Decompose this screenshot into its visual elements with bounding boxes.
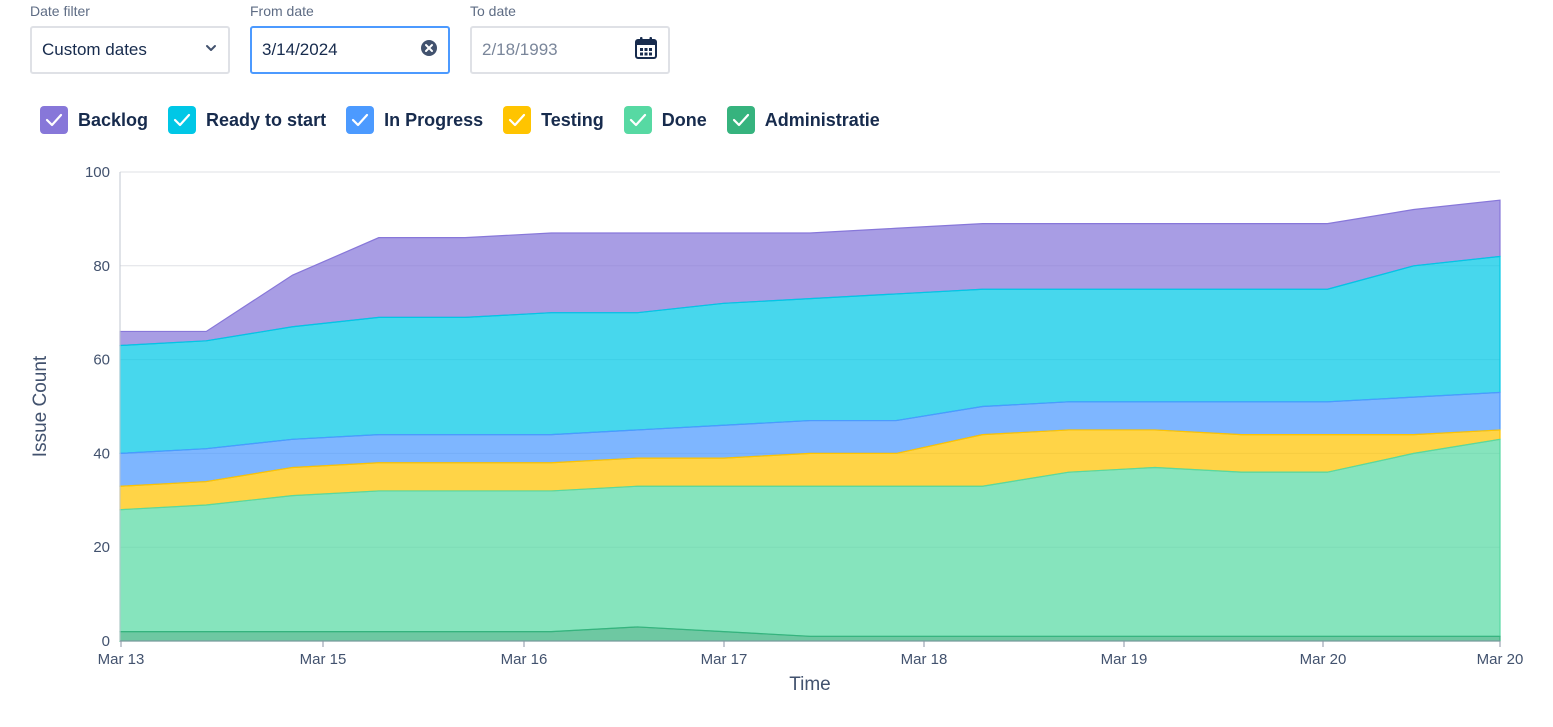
checkmark-icon[interactable] [726,106,755,134]
legend-item-done[interactable]: Done [623,106,707,134]
y-tick-label: 60 [93,352,110,369]
from-date-field[interactable]: 3/14/2024 [250,26,450,74]
legend-label: In Progress [384,109,484,130]
date-filter-group: Date filter [30,0,90,22]
from-date-value: 3/14/2024 [262,40,338,59]
legend-item-ready-to-start[interactable]: Ready to start [168,106,326,134]
cumulative-flow-chart: 0 20 40 60 80 100 Mar 13 Mar 15 Mar 16 Mar 17 Mar … [30,164,1524,695]
calendar-icon[interactable] [634,36,658,65]
legend-item-administratie[interactable]: Administratie [726,106,880,134]
x-axis-title: Time [789,674,831,695]
x-tick-label: Mar 13 [98,651,145,668]
to-date-group: To date [470,0,516,22]
to-date-field[interactable]: 2/18/1993 [470,26,670,74]
y-tick-label: 20 [93,539,110,556]
x-tick-label: Mar 20 [1477,651,1524,668]
clear-circle-icon[interactable] [420,39,438,62]
to-date-placeholder: 2/18/1993 [482,40,558,59]
legend-label: Done [661,109,707,130]
legend-label: Ready to start [206,109,327,130]
y-tick-label: 0 [102,633,110,650]
chevron-down-icon [204,40,218,60]
x-tick-label: Mar 19 [1101,651,1148,668]
legend-label: Administratie [764,109,880,130]
from-date-label: From date [250,3,314,19]
legend-item-backlog[interactable]: Backlog [40,106,148,134]
y-tick-label: 100 [85,164,110,181]
date-filter-select[interactable]: Custom dates [30,26,230,74]
date-filter-value: Custom dates [42,40,147,59]
checkmark-icon[interactable] [40,106,68,134]
y-tick-label: 80 [93,258,110,275]
y-tick-label: 40 [93,445,110,462]
to-date-label: To date [470,3,516,19]
legend-item-in-progress[interactable]: In Progress [346,106,483,134]
y-axis-title: Issue Count [30,355,51,457]
legend-label: Testing [541,109,604,130]
x-tick-label: Mar 15 [300,651,347,668]
checkmark-icon[interactable] [346,106,375,134]
checkmark-icon[interactable] [168,106,197,134]
legend-item-testing[interactable]: Testing [503,106,604,134]
x-tick-label: Mar 20 [1300,651,1347,668]
x-tick-label: Mar 18 [901,651,948,668]
x-tick-label: Mar 16 [501,651,548,668]
from-date-group: From date [250,0,314,22]
legend-label: Backlog [78,109,149,130]
date-filter-label: Date filter [30,3,90,19]
x-tick-label: Mar 17 [701,651,748,668]
chart-legend: Backlog Ready to start In Progress Testing D… [40,106,900,134]
checkmark-icon[interactable] [623,106,652,134]
checkmark-icon[interactable] [503,106,532,134]
